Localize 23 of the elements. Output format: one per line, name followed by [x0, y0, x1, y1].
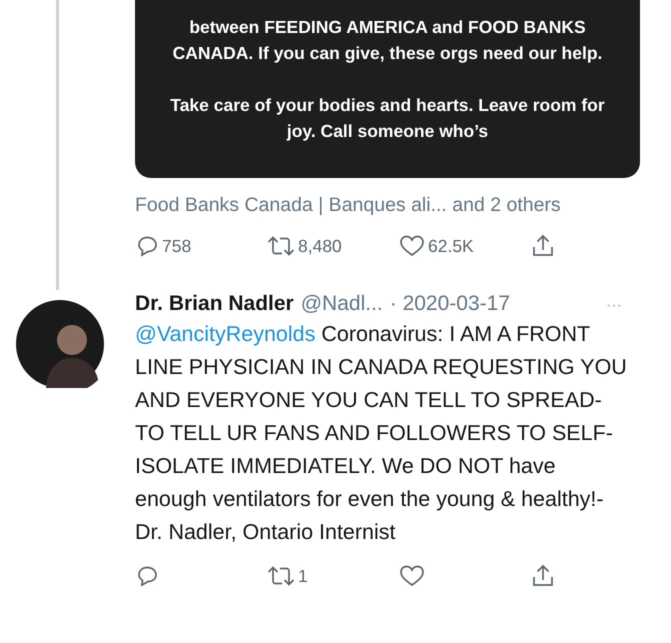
reply-icon[interactable] [135, 234, 159, 258]
media-text: between FEEDING AMERICA and FOOD BANKS CANADA. If you can give, these orgs need our help. [172, 16, 604, 65]
more-icon[interactable]: ··· [606, 297, 622, 315]
retweet-icon[interactable] [267, 564, 295, 588]
share-icon[interactable] [531, 563, 555, 589]
author-handle[interactable]: @Nadl... [300, 292, 383, 316]
avatar[interactable] [16, 300, 104, 388]
author-name[interactable]: Dr. Brian Nadler [135, 292, 294, 316]
tweet-date[interactable]: · 2020-03-17 [390, 292, 510, 316]
action-count: 758 [162, 236, 192, 256]
share-icon[interactable] [531, 233, 555, 259]
heart-icon[interactable] [399, 564, 425, 588]
media-card[interactable]: between FEEDING AMERICA and FOOD BANKS CANADA. If you can give, these orgs need our help. Take care of your bodies and hearts. Leave room for joy. Call someone who’s [135, 0, 640, 178]
heart-icon[interactable] [399, 234, 425, 258]
action-count: 8,480 [298, 236, 342, 256]
action-count: 62.5K [428, 236, 474, 256]
tweet-text: @VancityReynolds Coronavirus: I AM A FRONT LINE PHYSICIAN IN CANADA REQUESTING YOU AND EVERYONE YOU CAN TELL TO SPREAD- TO TELL UR FANS AND FOLLOWERS TO SELF-ISOLATE IMMEDIATELY. We DO NOT have enough ventilators for even the young & healthy!- Dr. Nadler, Ontario Internist [135, 321, 628, 546]
mention-link[interactable]: @VancityReynolds [135, 322, 316, 346]
retweet-icon[interactable] [267, 234, 295, 258]
action-count: 1 [298, 566, 308, 586]
reply-icon[interactable] [135, 564, 159, 588]
media-text: Take care of your bodies and hearts. Leave room for joy. Call someone who’s [169, 94, 606, 143]
tagged-accounts[interactable]: Food Banks Canada | Banques ali... and 2 others [135, 194, 640, 217]
